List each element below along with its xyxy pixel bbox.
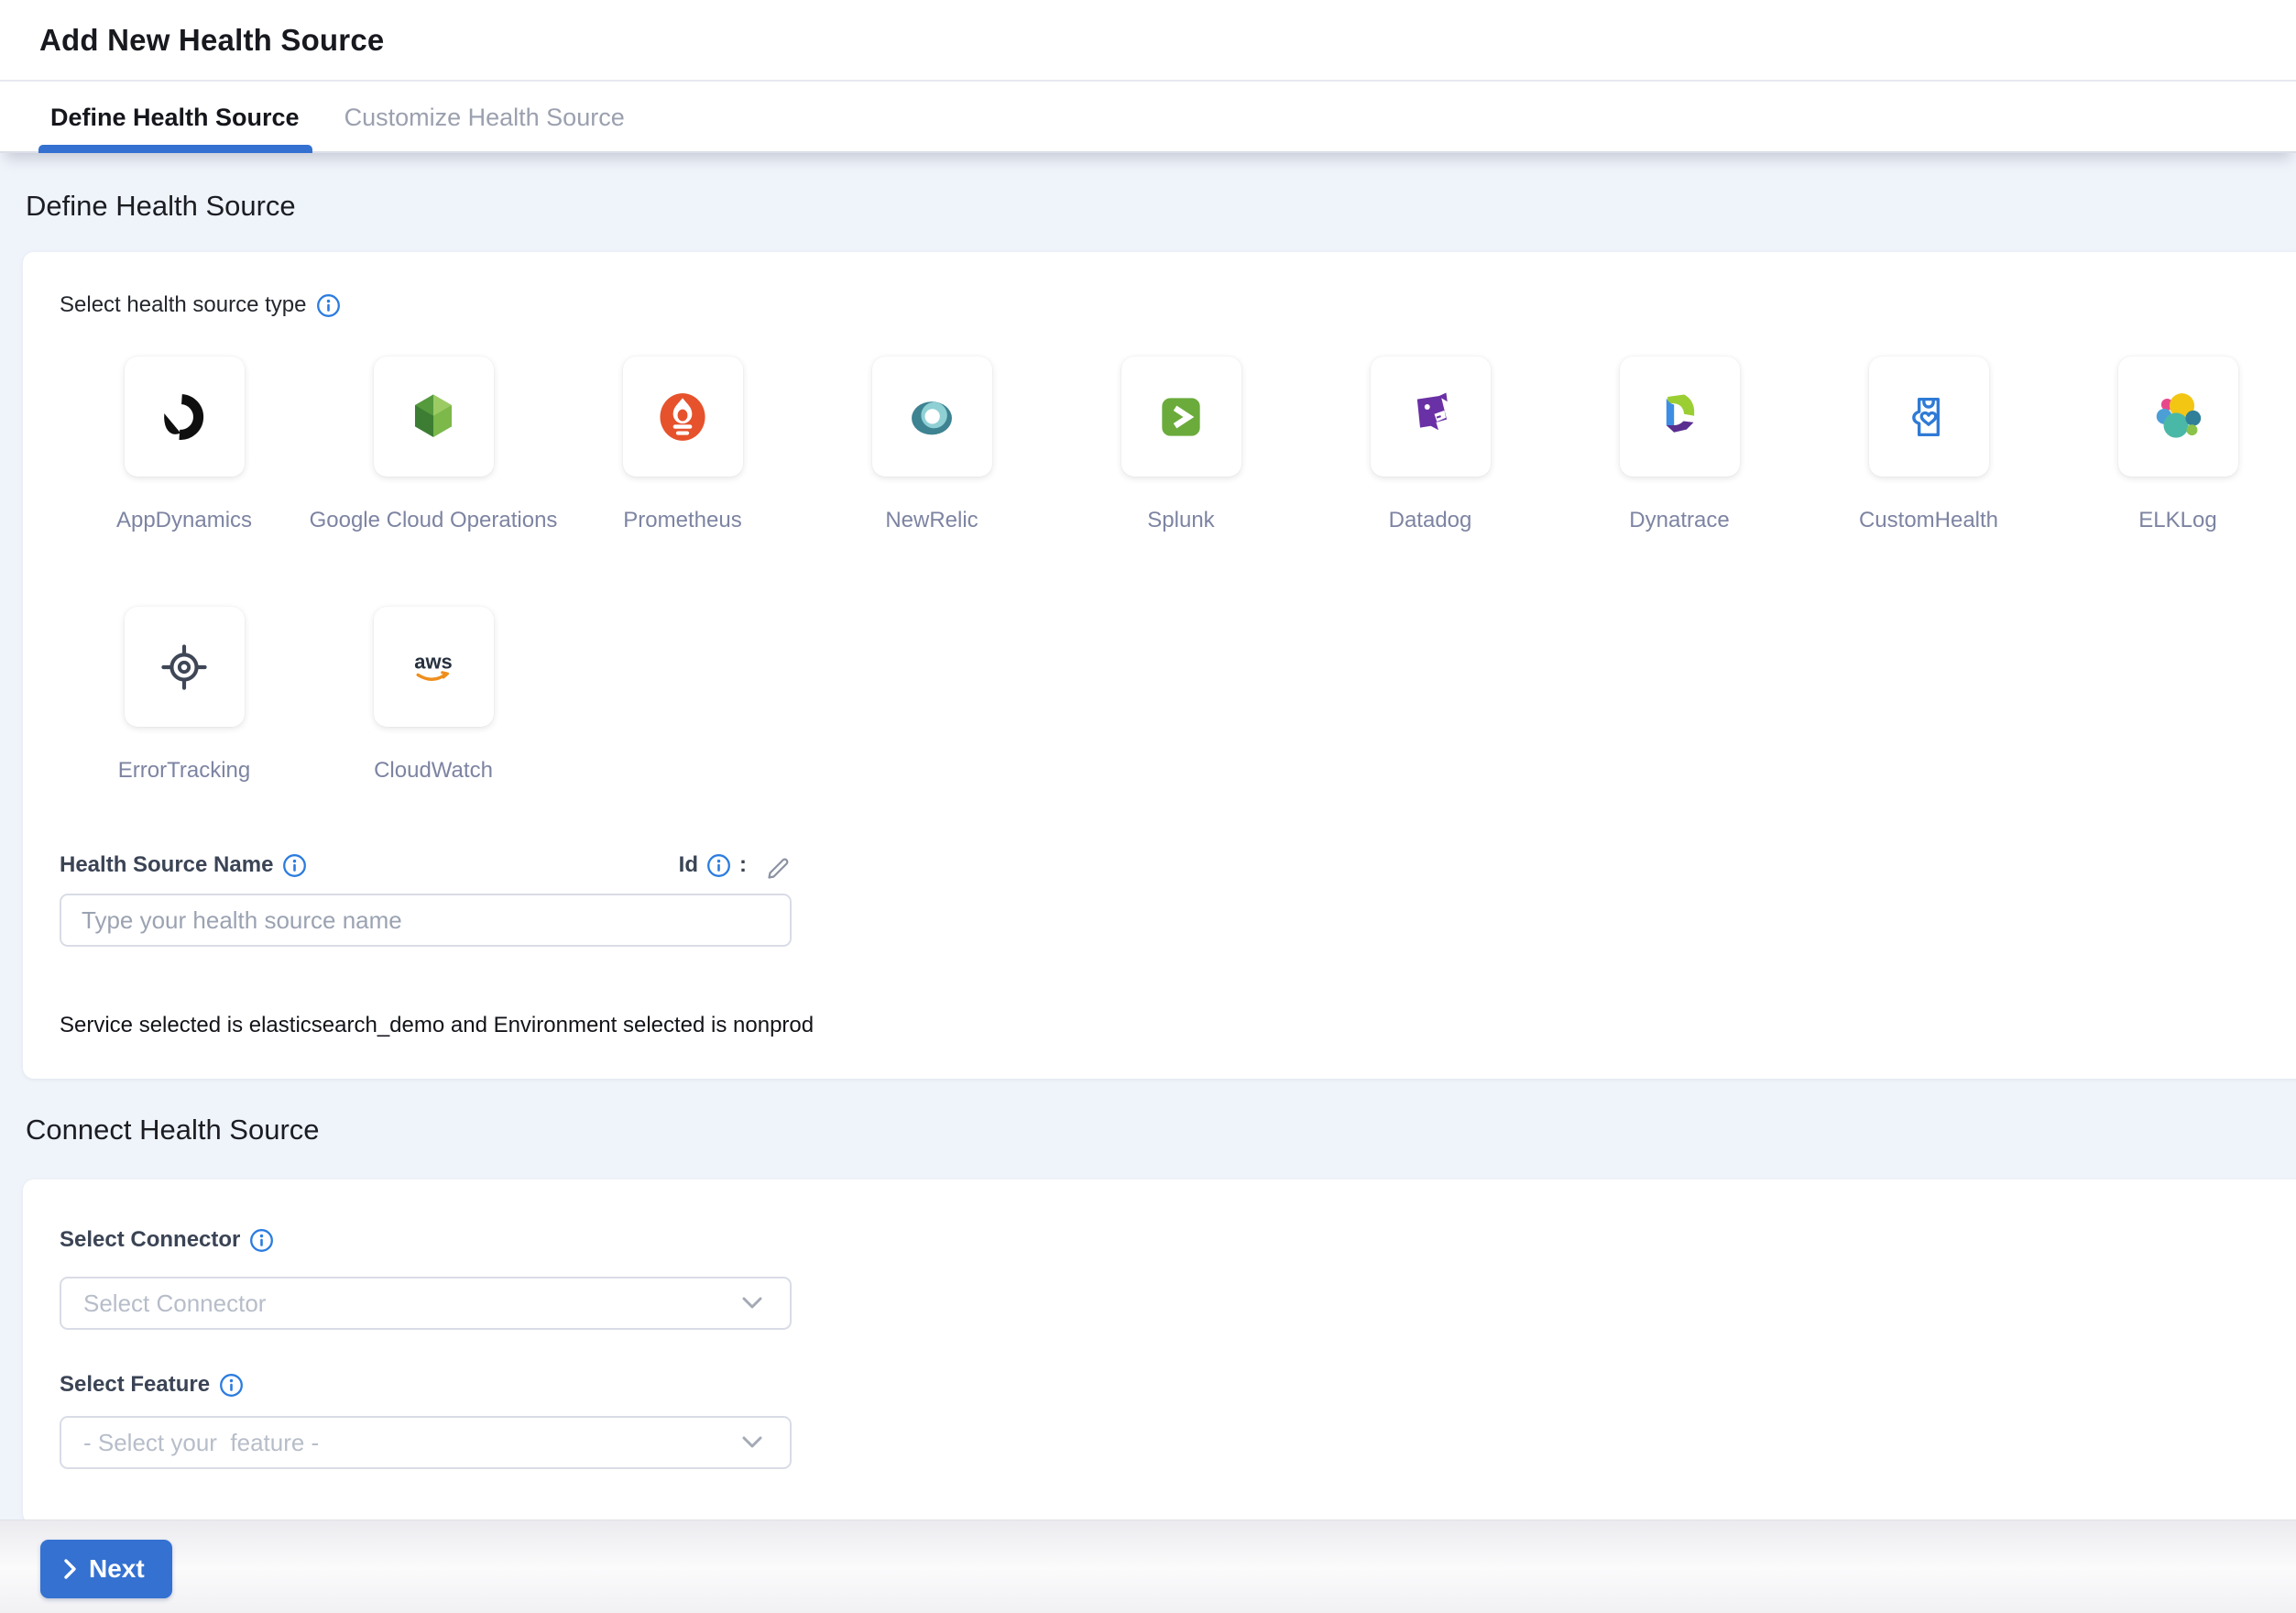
dynatrace-icon: [1651, 389, 1708, 445]
health-source-option-newrelic[interactable]: NewRelic: [807, 357, 1056, 533]
health-source-option-google-cloud-operations[interactable]: Google Cloud Operations: [309, 357, 558, 533]
health-source-option-cloudwatch[interactable]: aws CloudWatch: [309, 607, 558, 784]
appdynamics-icon: [156, 389, 213, 445]
customhealth-icon: [1900, 389, 1957, 445]
title-bar: Add New Health Source: [0, 0, 2296, 82]
health-source-option-prometheus[interactable]: Prometheus: [558, 357, 807, 533]
id-separator: :: [739, 852, 747, 878]
health-source-name-input[interactable]: [60, 894, 792, 947]
splunk-icon: [1153, 389, 1209, 445]
feature-select-placeholder: - Select your feature -: [83, 1429, 319, 1457]
select-source-type-label: Select health source type: [60, 292, 307, 318]
tab-define-health-source[interactable]: Define Health Source: [50, 83, 300, 151]
tab-customize-health-source[interactable]: Customize Health Source: [344, 83, 625, 151]
cloudwatch-icon: aws: [405, 639, 462, 696]
define-section-heading: Define Health Source: [26, 190, 2296, 223]
info-icon[interactable]: [249, 1228, 274, 1253]
next-button[interactable]: Next: [40, 1540, 172, 1598]
health-source-option-dynatrace[interactable]: Dynatrace: [1555, 357, 1804, 533]
info-icon[interactable]: [219, 1373, 244, 1398]
select-connector-label: Select Connector: [60, 1227, 240, 1253]
health-source-option-splunk[interactable]: Splunk: [1056, 357, 1306, 533]
chevron-down-icon: [742, 1436, 762, 1449]
connect-section-heading: Connect Health Source: [26, 1114, 2296, 1147]
chevron-down-icon: [742, 1297, 762, 1310]
tab-label: Customize Health Source: [344, 104, 625, 132]
connector-select[interactable]: Select Connector: [60, 1277, 792, 1330]
define-health-source-card: Select health source type AppDynamic: [23, 252, 2296, 1079]
svg-text:aws: aws: [414, 650, 452, 673]
select-feature-label: Select Feature: [60, 1372, 210, 1398]
prometheus-icon: [654, 389, 711, 445]
add-health-source-page: Add New Health Source Define Health Sour…: [0, 0, 2296, 1613]
connect-health-source-card: Select Connector Select Connector Select…: [23, 1180, 2296, 1520]
health-source-option-customhealth[interactable]: CustomHealth: [1804, 357, 2053, 533]
active-tab-underline: [38, 145, 312, 153]
errortracking-icon: [156, 639, 213, 696]
info-icon[interactable]: [316, 293, 341, 318]
info-icon[interactable]: [282, 853, 307, 878]
health-source-type-grid: AppDynamics Google Cloud Operations: [60, 357, 2296, 784]
connector-select-placeholder: Select Connector: [83, 1289, 266, 1318]
datadog-icon: [1402, 389, 1459, 445]
next-chevron-icon: [62, 1558, 79, 1580]
google-cloud-operations-icon: [405, 389, 462, 445]
next-button-label: Next: [89, 1554, 145, 1584]
info-icon[interactable]: [706, 853, 731, 878]
tab-content: Define Health Source Select health sourc…: [0, 153, 2296, 1520]
footer-bar: Next: [0, 1520, 2296, 1613]
identifier-group: Id :: [679, 851, 792, 879]
health-source-name-label: Health Source Name: [60, 852, 273, 878]
edit-pencil-icon[interactable]: [764, 851, 792, 879]
newrelic-icon: [903, 389, 960, 445]
id-label: Id: [679, 852, 698, 878]
health-source-option-elklog[interactable]: ELKLog: [2053, 357, 2296, 533]
service-environment-note: Service selected is elasticsearch_demo a…: [60, 1013, 2270, 1038]
tab-label: Define Health Source: [50, 104, 300, 132]
tab-bar: Define Health Source Customize Health So…: [0, 83, 2296, 153]
elklog-icon: [2149, 389, 2206, 445]
health-source-option-appdynamics[interactable]: AppDynamics: [60, 357, 309, 533]
health-source-option-errortracking[interactable]: ErrorTracking: [60, 607, 309, 784]
page-title: Add New Health Source: [39, 23, 384, 58]
health-source-option-datadog[interactable]: Datadog: [1306, 357, 1555, 533]
feature-select[interactable]: - Select your feature -: [60, 1416, 792, 1469]
